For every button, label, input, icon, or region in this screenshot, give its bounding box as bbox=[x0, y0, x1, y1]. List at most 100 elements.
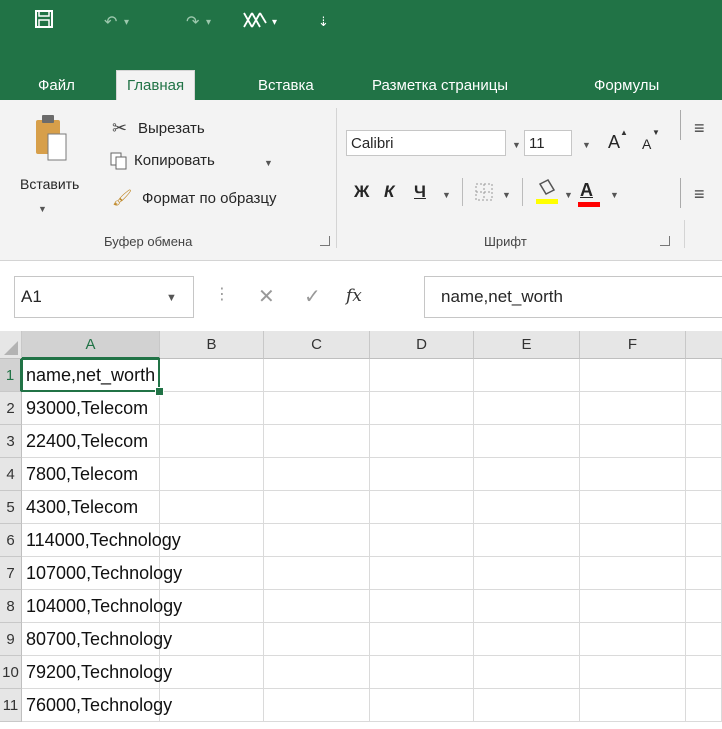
column-header-g[interactable] bbox=[686, 331, 722, 359]
cell-g10[interactable] bbox=[686, 656, 722, 689]
cell-g3[interactable] bbox=[686, 425, 722, 458]
font-launcher-icon[interactable] bbox=[660, 236, 670, 246]
row-header[interactable]: 4 bbox=[0, 458, 22, 491]
cell-b10[interactable] bbox=[160, 656, 264, 689]
cell-e11[interactable] bbox=[474, 689, 580, 722]
cell-e8[interactable] bbox=[474, 590, 580, 623]
copy-button[interactable]: Копировать bbox=[134, 152, 215, 169]
cell-d1[interactable] bbox=[370, 359, 474, 392]
function-icon[interactable]: fx bbox=[346, 286, 362, 306]
cell-b5[interactable] bbox=[160, 491, 264, 524]
column-header-d[interactable]: D bbox=[370, 331, 474, 359]
fill-color-icon[interactable] bbox=[534, 178, 560, 206]
cell-f8[interactable] bbox=[580, 590, 686, 623]
cell-d6[interactable] bbox=[370, 524, 474, 557]
font-name-combo[interactable]: Calibri bbox=[346, 130, 506, 156]
row-header[interactable]: 1 bbox=[0, 359, 22, 392]
cell-g5[interactable] bbox=[686, 491, 722, 524]
cell-e1[interactable] bbox=[474, 359, 580, 392]
save-icon[interactable] bbox=[34, 8, 54, 30]
undo-icon[interactable]: ↶ bbox=[104, 12, 117, 32]
cell-f1[interactable] bbox=[580, 359, 686, 392]
cell-d3[interactable] bbox=[370, 425, 474, 458]
clipboard-launcher-icon[interactable] bbox=[320, 236, 330, 246]
redo-icon[interactable]: ↷ bbox=[186, 12, 199, 32]
cut-button[interactable]: Вырезать bbox=[138, 120, 205, 137]
cell-b3[interactable] bbox=[160, 425, 264, 458]
cell-f5[interactable] bbox=[580, 491, 686, 524]
cell-b2[interactable] bbox=[160, 392, 264, 425]
cell-f7[interactable] bbox=[580, 557, 686, 590]
borders-dropdown-icon[interactable]: ▼ bbox=[502, 190, 511, 200]
cell-g7[interactable] bbox=[686, 557, 722, 590]
tab-formulas[interactable]: Формулы bbox=[584, 72, 669, 100]
cell-g6[interactable] bbox=[686, 524, 722, 557]
column-header-c[interactable]: C bbox=[264, 331, 370, 359]
row-header[interactable]: 5 bbox=[0, 491, 22, 524]
italic-button[interactable]: К bbox=[384, 182, 394, 202]
cell-d9[interactable] bbox=[370, 623, 474, 656]
cell-d8[interactable] bbox=[370, 590, 474, 623]
cell-c6[interactable] bbox=[264, 524, 370, 557]
cell-d5[interactable] bbox=[370, 491, 474, 524]
cell-e6[interactable] bbox=[474, 524, 580, 557]
shrink-font-button[interactable]: A bbox=[642, 136, 651, 152]
cell-f10[interactable] bbox=[580, 656, 686, 689]
cell-e4[interactable] bbox=[474, 458, 580, 491]
enter-icon[interactable]: ✓ bbox=[304, 284, 321, 309]
fill-handle[interactable] bbox=[155, 387, 164, 396]
cell-g9[interactable] bbox=[686, 623, 722, 656]
font-size-combo[interactable]: 11 bbox=[524, 130, 572, 156]
cell-c7[interactable] bbox=[264, 557, 370, 590]
row-header[interactable]: 2 bbox=[0, 392, 22, 425]
cell-c8[interactable] bbox=[264, 590, 370, 623]
column-header-b[interactable]: B bbox=[160, 331, 264, 359]
cell-b9[interactable] bbox=[160, 623, 264, 656]
cell-c9[interactable] bbox=[264, 623, 370, 656]
cell-c3[interactable] bbox=[264, 425, 370, 458]
cell-c5[interactable] bbox=[264, 491, 370, 524]
font-name-dropdown-icon[interactable]: ▼ bbox=[512, 140, 521, 150]
undo-dropdown-icon[interactable]: ▾ bbox=[124, 17, 129, 28]
row-header[interactable]: 7 bbox=[0, 557, 22, 590]
redo-dropdown-icon[interactable]: ▾ bbox=[206, 17, 211, 28]
tab-file[interactable]: Файл bbox=[28, 72, 85, 100]
name-box-dropdown-icon[interactable]: ▼ bbox=[166, 292, 177, 304]
cancel-icon[interactable]: ✕ bbox=[258, 284, 275, 309]
row-header[interactable]: 9 bbox=[0, 623, 22, 656]
underline-dropdown-icon[interactable]: ▼ bbox=[442, 190, 451, 200]
cell-g11[interactable] bbox=[686, 689, 722, 722]
cell-e9[interactable] bbox=[474, 623, 580, 656]
cell-b11[interactable] bbox=[160, 689, 264, 722]
tab-insert[interactable]: Вставка bbox=[248, 72, 324, 100]
cell-f11[interactable] bbox=[580, 689, 686, 722]
cell-g2[interactable] bbox=[686, 392, 722, 425]
cell-f9[interactable] bbox=[580, 623, 686, 656]
cell-d7[interactable] bbox=[370, 557, 474, 590]
underline-button[interactable]: Ч bbox=[414, 182, 426, 202]
cell-e3[interactable] bbox=[474, 425, 580, 458]
row-header[interactable]: 11 bbox=[0, 689, 22, 722]
font-color-dropdown-icon[interactable]: ▼ bbox=[610, 190, 619, 200]
cell-c10[interactable] bbox=[264, 656, 370, 689]
cell-d11[interactable] bbox=[370, 689, 474, 722]
cell-c1[interactable] bbox=[264, 359, 370, 392]
clipboard-icon[interactable] bbox=[34, 112, 68, 164]
cell-d2[interactable] bbox=[370, 392, 474, 425]
copy-dropdown-icon[interactable]: ▼ bbox=[264, 158, 273, 168]
cell-e5[interactable] bbox=[474, 491, 580, 524]
cell-e2[interactable] bbox=[474, 392, 580, 425]
font-color-button[interactable]: A bbox=[580, 180, 593, 201]
row-header[interactable]: 10 bbox=[0, 656, 22, 689]
custom-dropdown-icon[interactable]: ▾ bbox=[272, 17, 277, 28]
tab-home[interactable]: Главная bbox=[116, 70, 196, 101]
align-top-icon[interactable]: ≡ bbox=[694, 118, 705, 139]
select-all-corner[interactable] bbox=[0, 331, 22, 359]
format-painter-button[interactable]: Формат по образцу bbox=[142, 190, 277, 207]
cell-d10[interactable] bbox=[370, 656, 474, 689]
row-header[interactable]: 6 bbox=[0, 524, 22, 557]
cell-b1[interactable] bbox=[160, 359, 264, 392]
fill-color-dropdown-icon[interactable]: ▼ bbox=[564, 190, 573, 200]
cell-g4[interactable] bbox=[686, 458, 722, 491]
cell-e10[interactable] bbox=[474, 656, 580, 689]
